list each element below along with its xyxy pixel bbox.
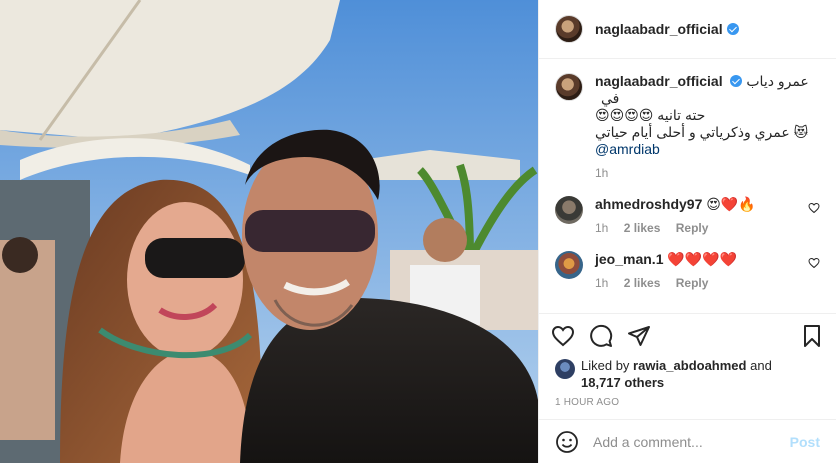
caption-username[interactable]: naglaabadr_official xyxy=(595,73,723,89)
comment-time[interactable]: 1h xyxy=(595,221,608,235)
caption-mention[interactable]: @amrdiab xyxy=(595,141,660,157)
comment-text: ❤️❤️❤️❤️ xyxy=(667,251,738,267)
comments-section: naglaabadr_official عمرو دياب في حته تان… xyxy=(539,59,836,313)
post-photo[interactable] xyxy=(0,0,538,463)
caption: naglaabadr_official عمرو دياب في حته تان… xyxy=(555,73,820,180)
emoji-icon[interactable] xyxy=(555,430,579,454)
instagram-post: naglaabadr_official naglaabadr_official … xyxy=(0,0,836,463)
action-bar xyxy=(539,313,836,357)
bookmark-icon[interactable] xyxy=(800,324,824,348)
post-comment-button[interactable]: Post xyxy=(790,434,820,450)
likes-row: Liked by rawia_abdoahmed and 18,717 othe… xyxy=(539,357,836,391)
verified-badge-icon xyxy=(726,23,739,35)
caption-body: naglaabadr_official عمرو دياب في حته تان… xyxy=(595,73,820,180)
comment-username[interactable]: ahmedroshdy97 xyxy=(595,196,702,212)
liker-avatar[interactable] xyxy=(555,359,575,379)
comment-item: ahmedroshdy97 😍❤️🔥 1h 2 likes Reply xyxy=(555,196,820,235)
comment-item: jeo_man.1 ❤️❤️❤️❤️ 1h 2 likes Reply xyxy=(555,251,820,290)
reply-button[interactable]: Reply xyxy=(676,221,709,235)
comment-like-heart-icon[interactable] xyxy=(808,257,820,269)
comment-icon[interactable] xyxy=(589,324,613,348)
comment-like-heart-icon[interactable] xyxy=(808,202,820,214)
comment-text: 😍❤️🔥 xyxy=(706,196,756,212)
reply-button[interactable]: Reply xyxy=(676,276,709,290)
heart-icon[interactable] xyxy=(551,324,575,348)
caption-avatar[interactable] xyxy=(555,73,583,101)
comment-avatar[interactable] xyxy=(555,251,583,279)
likes-others[interactable]: 18,717 others xyxy=(581,375,664,390)
caption-time[interactable]: 1h xyxy=(595,166,608,180)
post-panel: naglaabadr_official naglaabadr_official … xyxy=(538,0,836,463)
post-header: naglaabadr_official xyxy=(539,0,836,59)
liker-username[interactable]: rawia_abdoahmed xyxy=(633,358,746,373)
verified-badge-icon xyxy=(730,75,743,87)
author-avatar[interactable] xyxy=(555,15,583,43)
comment-time[interactable]: 1h xyxy=(595,276,608,290)
liked-by-prefix: Liked by xyxy=(581,358,630,373)
comment-input[interactable]: Add a comment... xyxy=(593,434,790,450)
comment-likes[interactable]: 2 likes xyxy=(624,276,661,290)
likes-and: and xyxy=(750,358,772,373)
author-username[interactable]: naglaabadr_official xyxy=(595,21,723,37)
post-timestamp[interactable]: 1 HOUR AGO xyxy=(539,391,836,419)
comment-username[interactable]: jeo_man.1 xyxy=(595,251,663,267)
comment-likes[interactable]: 2 likes xyxy=(624,221,661,235)
caption-line-3: 😻 عمري وذكرياتي و أحلى أيام حياتي xyxy=(595,124,809,140)
selfie-image xyxy=(0,0,538,463)
caption-line-2: حته تانيه 😍😍😍😍 xyxy=(595,107,706,123)
add-comment-bar: Add a comment... Post xyxy=(539,419,836,463)
share-icon[interactable] xyxy=(627,324,651,348)
comment-avatar[interactable] xyxy=(555,196,583,224)
